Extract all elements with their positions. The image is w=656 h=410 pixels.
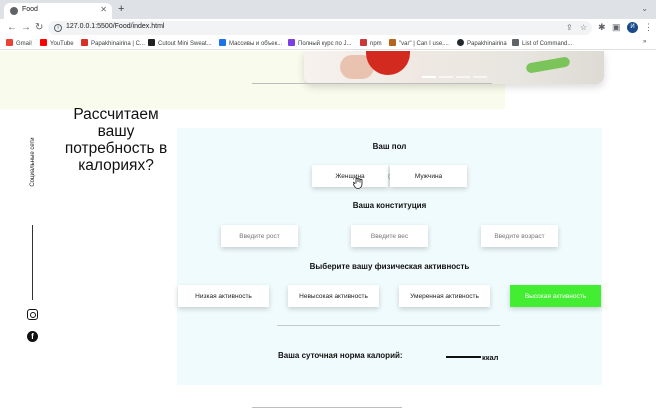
- npm-icon: [360, 39, 367, 46]
- result-label: Ваша суточная норма калорий:: [278, 351, 403, 360]
- url-text: 127.0.0.1:5500/Food/index.html: [66, 23, 165, 30]
- gmail-icon: [6, 39, 13, 46]
- slider-dot[interactable]: [439, 76, 453, 78]
- instagram-icon[interactable]: [27, 309, 38, 320]
- bookmark-caniuse[interactable]: "var" | Can I use....: [389, 39, 449, 47]
- bookmarks-bar: Gmail YouTube Papakhinairina | C... Cuto…: [0, 37, 656, 50]
- height-input[interactable]: Введите рост: [221, 225, 298, 247]
- reload-icon[interactable]: ↻: [35, 22, 43, 34]
- age-input[interactable]: Введите возраст: [481, 225, 558, 247]
- more-bookmarks-icon[interactable]: »: [643, 39, 646, 45]
- bookmark-arrays[interactable]: Массивы и объек...: [219, 39, 282, 47]
- gender-heading: Ваш пол: [372, 142, 407, 151]
- menu-icon[interactable]: ⋮: [644, 22, 653, 33]
- share-icon[interactable]: ⇪: [566, 23, 573, 32]
- calculator-title: Рассчитаем вашу потребность в калориях?: [64, 106, 168, 174]
- calculator-panel: Ваш пол Женщина Мужчина Ваша конституция…: [177, 128, 602, 385]
- bookmark-gmail[interactable]: Gmail: [6, 39, 32, 47]
- bookmark-github[interactable]: Papakhinairina: [457, 39, 507, 47]
- constitution-heading: Ваша конституция: [352, 201, 427, 210]
- facebook-icon[interactable]: f: [27, 331, 38, 342]
- new-tab-button[interactable]: +: [118, 3, 124, 15]
- browser-tabstrip: Food ✕ + ⌄: [0, 0, 656, 19]
- bookmark-js-course[interactable]: Полный курс по J...: [288, 39, 352, 47]
- weight-input[interactable]: Введите вес: [351, 225, 428, 247]
- activity-medium-low-button[interactable]: Невысокая активность: [288, 285, 379, 307]
- document-icon: [512, 39, 519, 46]
- bookmark-icon: [389, 39, 396, 46]
- chevron-down-icon[interactable]: ⌄: [641, 4, 648, 13]
- cursor-icon: [353, 177, 363, 189]
- bookmark-papakhinairina-c[interactable]: Papakhinairina | C...: [81, 39, 145, 47]
- result-value: [446, 356, 481, 358]
- address-bar[interactable]: i 127.0.0.1:5500/Food/index.html ⇪ ☆: [48, 21, 592, 35]
- github-icon: [457, 39, 464, 46]
- activity-heading: Выберите вашу физическая активность: [309, 262, 470, 271]
- instagram-icon: [81, 39, 88, 46]
- panel-divider: [277, 325, 500, 326]
- globe-icon: [10, 7, 18, 15]
- leaf-image: [525, 56, 571, 74]
- slider-dot[interactable]: [422, 76, 436, 78]
- back-icon[interactable]: ←: [7, 22, 17, 34]
- activity-low-button[interactable]: Низкая активность: [178, 285, 269, 307]
- activity-high-button[interactable]: Высокая активность: [510, 285, 601, 307]
- result-unit: ккал: [482, 353, 499, 362]
- tab-title: Food: [22, 6, 38, 13]
- sidebar-icon[interactable]: ▣: [612, 22, 621, 33]
- bookmark-icon: [288, 39, 295, 46]
- hero-slider-image: [304, 51, 604, 84]
- forward-icon[interactable]: →: [21, 22, 31, 34]
- star-icon[interactable]: ☆: [580, 23, 587, 32]
- page-viewport: Социальные сети f Рассчитаем вашу потреб…: [0, 51, 656, 410]
- bookmark-commands[interactable]: List of Command...: [512, 39, 572, 47]
- slider-dots: [422, 76, 487, 78]
- bookmark-npm[interactable]: npm: [360, 39, 382, 47]
- slider-dot[interactable]: [456, 76, 470, 78]
- sidebar-line: [32, 225, 33, 300]
- slider-dot[interactable]: [473, 76, 487, 78]
- bookmark-youtube[interactable]: YouTube: [40, 39, 74, 47]
- close-icon[interactable]: ✕: [100, 5, 107, 14]
- gender-male-button[interactable]: Мужчина: [390, 165, 467, 187]
- section-divider: [252, 83, 492, 84]
- browser-tab[interactable]: Food ✕: [4, 3, 112, 19]
- bookmark-icon: [148, 39, 155, 46]
- bookmark-cutout[interactable]: Cutout Mini Sweat...: [148, 39, 212, 47]
- footer-divider: [252, 407, 402, 408]
- info-icon[interactable]: i: [54, 24, 62, 32]
- youtube-icon: [40, 39, 47, 46]
- extensions-icon[interactable]: ✱: [598, 22, 606, 33]
- activity-moderate-button[interactable]: Умеренная активность: [399, 285, 490, 307]
- browser-toolbar: ← → ↻ i 127.0.0.1:5500/Food/index.html ⇪…: [0, 19, 656, 37]
- gender-female-button[interactable]: Женщина: [312, 165, 388, 187]
- profile-avatar[interactable]: И: [627, 22, 638, 33]
- bookmark-icon: [219, 39, 226, 46]
- social-label: Социальные сети: [30, 137, 36, 187]
